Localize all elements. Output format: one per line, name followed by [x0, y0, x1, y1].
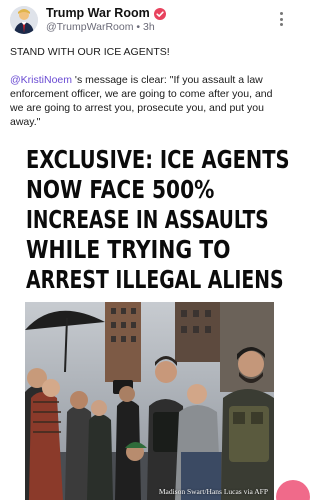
- media-card[interactable]: EXCLUSIVE: ICE AGENTS NOW FACE 500% INCR…: [14, 138, 290, 500]
- timestamp[interactable]: 3h: [143, 21, 155, 33]
- photo-credit: Madison Swart/Hans Lucas via AFP: [158, 487, 268, 496]
- name-row: Trump War Room: [46, 6, 166, 20]
- post-text-quote: @KristiNoem 's message is clear: "If you…: [10, 73, 288, 129]
- separator-dot: •: [136, 21, 141, 33]
- display-name[interactable]: Trump War Room: [46, 6, 150, 20]
- headline-line: INCREASE IN ASSAULTS: [26, 205, 269, 234]
- news-photo[interactable]: Madison Swart/Hans Lucas via AFP: [25, 302, 274, 500]
- more-vertical-icon[interactable]: [276, 10, 286, 28]
- handle[interactable]: @TrumpWarRoom: [46, 21, 133, 33]
- headline-line: ARREST ILLEGAL ALIENS: [26, 265, 284, 294]
- post-header: Trump War Room @TrumpWarRoom • 3h: [0, 0, 298, 40]
- post-meta: @TrumpWarRoom • 3h: [46, 21, 155, 33]
- verified-badge-icon: [153, 7, 166, 20]
- avatar[interactable]: [10, 6, 38, 34]
- headline-line: NOW FACE 500%: [26, 175, 215, 204]
- headline-line: EXCLUSIVE: ICE AGENTS: [26, 145, 290, 174]
- floating-action-button[interactable]: [276, 480, 310, 500]
- headline-line: WHILE TRYING TO: [26, 235, 231, 264]
- mention-link[interactable]: @KristiNoem: [10, 74, 72, 86]
- post-text-line: STAND WITH OUR ICE AGENTS!: [10, 46, 170, 58]
